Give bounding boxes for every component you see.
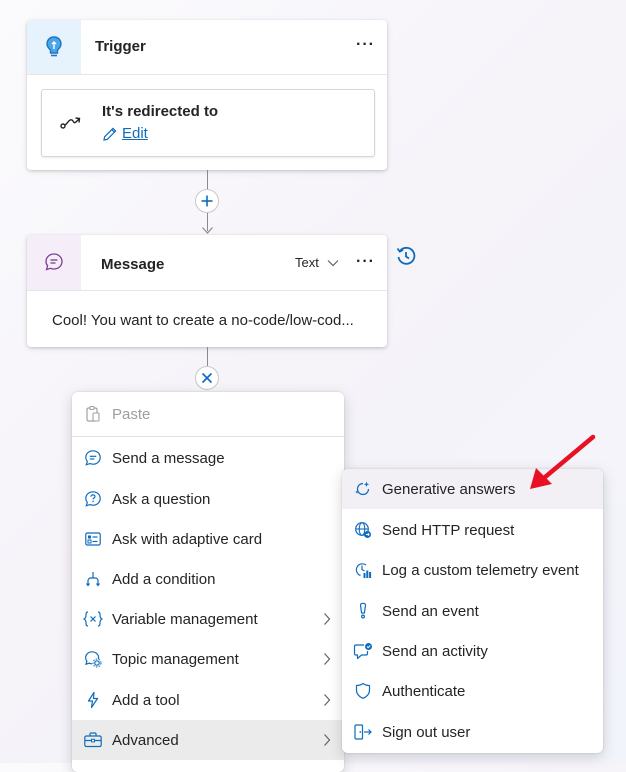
edit-link[interactable]: Edit	[102, 125, 148, 142]
menu-item-add-condition[interactable]: Add a condition	[72, 559, 344, 599]
sign-out-icon	[352, 721, 374, 743]
menu-item-label: Send a message	[112, 449, 225, 467]
branch-icon	[82, 568, 104, 590]
menu-item-label: Add a condition	[112, 570, 216, 588]
menu-item-paste[interactable]: Paste	[72, 394, 344, 434]
menu-item-label: Topic management	[112, 650, 239, 668]
menu-item-paste-label: Paste	[112, 405, 151, 423]
submenu-item-log-telemetry[interactable]: Log a custom telemetry event	[342, 550, 603, 590]
menu-item-label: Ask a question	[112, 490, 211, 508]
message-type-label: Text	[295, 255, 319, 270]
chevron-right-icon	[324, 734, 331, 746]
annotation-arrow	[530, 434, 596, 489]
question-bubble-icon	[82, 488, 104, 510]
trigger-title: Trigger	[95, 38, 146, 55]
pencil-icon	[103, 127, 117, 141]
message-node[interactable]: Message Text ··· Cool! You want to creat…	[27, 235, 387, 347]
topic-settings-icon	[82, 648, 104, 670]
submenu-item-label: Send an activity	[382, 642, 488, 660]
trigger-node[interactable]: Trigger ··· It's redirected to Edit	[27, 20, 387, 170]
activity-icon	[352, 640, 374, 662]
submenu-item-label: Authenticate	[382, 682, 466, 700]
message-type-dropdown[interactable]: Text	[295, 255, 340, 270]
menu-item-label: Ask with adaptive card	[112, 530, 263, 548]
menu-item-advanced[interactable]: Advanced	[72, 720, 344, 760]
message-more-button[interactable]: ···	[356, 253, 375, 271]
chevron-right-icon	[324, 613, 331, 625]
submenu-item-authenticate[interactable]: Authenticate	[342, 671, 603, 711]
close-icon	[201, 372, 213, 384]
message-icon-tile	[27, 235, 81, 290]
submenu-item-label: Send an event	[382, 602, 479, 620]
menu-item-send-message[interactable]: Send a message	[72, 438, 344, 478]
toolbox-icon	[82, 729, 104, 751]
menu-divider	[72, 436, 344, 437]
menu-item-variable-management[interactable]: Variable management	[72, 599, 344, 639]
redirect-title: It's redirected to	[102, 103, 219, 120]
plus-icon	[201, 195, 213, 207]
submenu-item-label: Log a custom telemetry event	[382, 561, 579, 579]
trigger-header-divider	[27, 74, 387, 75]
submenu-item-send-activity[interactable]: Send an activity	[342, 631, 603, 671]
menu-item-ask-question[interactable]: Ask a question	[72, 479, 344, 519]
chevron-right-icon	[324, 694, 331, 706]
menu-item-topic-management[interactable]: Topic management	[72, 639, 344, 679]
shield-icon	[352, 680, 374, 702]
history-icon[interactable]	[395, 245, 417, 267]
adaptive-card-icon	[82, 528, 104, 550]
connector-line-lower	[207, 347, 208, 366]
trigger-icon-tile	[27, 20, 81, 74]
submenu-item-label: Sign out user	[382, 723, 471, 741]
connector-line-top	[207, 170, 208, 190]
redirect-icon	[60, 117, 81, 129]
menu-item-label: Advanced	[112, 731, 179, 749]
edit-link-label[interactable]: Edit	[122, 125, 148, 142]
redirect-condition-box[interactable]: It's redirected to Edit	[41, 89, 375, 157]
chevron-down-icon	[327, 259, 339, 266]
message-body-text[interactable]: Cool! You want to create a no-code/low-c…	[52, 312, 354, 329]
submenu-item-send-http-request[interactable]: Send HTTP request	[342, 510, 603, 550]
telemetry-icon	[352, 559, 374, 581]
generative-answers-icon	[352, 478, 374, 500]
add-node-button[interactable]	[195, 189, 219, 213]
chevron-right-icon	[324, 653, 331, 665]
message-header-divider	[27, 290, 387, 291]
menu-item-adaptive-card[interactable]: Ask with adaptive card	[72, 519, 344, 559]
add-node-menu: Paste Send a message Ask a question Ask …	[72, 392, 344, 772]
clipboard-icon	[82, 403, 104, 425]
variable-icon	[82, 608, 104, 630]
advanced-submenu: Generative answers Send HTTP request Log	[342, 469, 603, 753]
menu-item-label: Add a tool	[112, 691, 180, 709]
globe-icon	[352, 519, 374, 541]
menu-item-label: Variable management	[112, 610, 258, 628]
lightning-icon	[82, 689, 104, 711]
menu-item-add-tool[interactable]: Add a tool	[72, 680, 344, 720]
chat-bubble-icon	[45, 253, 63, 271]
lightbulb-icon	[46, 36, 62, 57]
submenu-item-label: Generative answers	[382, 480, 516, 498]
trigger-more-button[interactable]: ···	[356, 36, 375, 54]
submenu-item-label: Send HTTP request	[382, 521, 515, 539]
event-icon	[352, 600, 374, 622]
message-title: Message	[101, 256, 165, 273]
close-menu-button[interactable]	[195, 366, 219, 390]
submenu-item-sign-out[interactable]: Sign out user	[342, 712, 603, 752]
submenu-item-send-event[interactable]: Send an event	[342, 591, 603, 631]
connector-arrow-icon	[202, 227, 213, 234]
chat-bubble-icon	[82, 447, 104, 469]
